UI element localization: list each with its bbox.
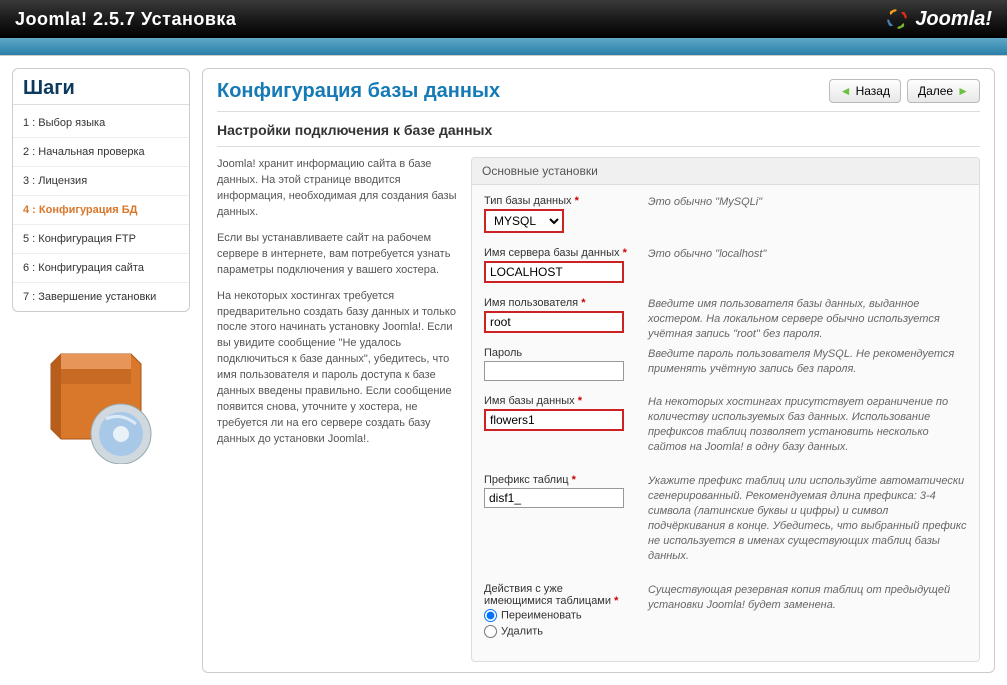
host-label: Имя сервера базы данных * [484,247,634,259]
pass-input[interactable] [484,361,624,381]
arrow-left-icon: ◄ [840,84,852,98]
dbtype-desc: Это обычно "MySQLi" [648,195,967,210]
step-6[interactable]: 6 : Конфигурация сайта [13,254,189,283]
pass-desc: Введите пароль пользователя MySQL. Не ре… [648,347,967,377]
sidebar-image [12,324,190,477]
action-delete-radio[interactable] [484,625,497,638]
action-delete-option[interactable]: Удалить [484,625,634,638]
joomla-logo: Joomla! [885,7,992,31]
action-rename-option[interactable]: Переименовать [484,609,634,622]
arrow-right-icon: ► [957,84,969,98]
steps-panel: Шаги 1 : Выбор языка 2 : Начальная прове… [12,68,190,312]
steps-title: Шаги [13,69,189,104]
step-4[interactable]: 4 : Конфигурация БД [13,196,189,225]
dbtype-label: Тип базы данных * [484,195,634,207]
step-1[interactable]: 1 : Выбор языка [13,109,189,138]
user-input[interactable] [484,311,624,333]
main-panel: Конфигурация базы данных ◄Назад Далее► Н… [202,68,995,673]
user-label: Имя пользователя * [484,297,634,309]
dbname-input[interactable] [484,409,624,431]
back-button[interactable]: ◄Назад [829,79,901,103]
prefix-desc: Укажите префикс таблиц или используйте а… [648,474,967,563]
intro-text: Joomla! хранит информацию сайта в базе д… [217,157,457,662]
joomla-icon [885,7,909,31]
prefix-label: Префикс таблиц * [484,474,634,486]
dbname-label: Имя базы данных * [484,395,634,407]
step-2[interactable]: 2 : Начальная проверка [13,138,189,167]
blue-bar [0,38,1007,56]
form-fieldset: Основные установки Тип базы данных * MYS… [471,157,980,662]
header-title: Joomla! 2.5.7 Установка [15,9,236,30]
section-subtitle: Настройки подключения к базе данных [217,122,980,138]
prefix-input[interactable] [484,488,624,508]
page-title: Конфигурация базы данных [217,80,500,103]
host-desc: Это обычно "localhost" [648,247,967,262]
app-header: Joomla! 2.5.7 Установка Joomla! [0,0,1007,38]
step-7[interactable]: 7 : Завершение установки [13,283,189,311]
action-label: Действия с уже имеющимися таблицами * [484,583,634,607]
action-desc: Существующая резервная копия таблиц от п… [648,583,967,613]
fieldset-title: Основные установки [472,158,979,185]
pass-label: Пароль [484,347,634,359]
user-desc: Введите имя пользователя базы данных, вы… [648,297,967,342]
step-3[interactable]: 3 : Лицензия [13,167,189,196]
dbname-desc: На некоторых хостингах присутствует огра… [648,395,967,454]
next-button[interactable]: Далее► [907,79,980,103]
step-5[interactable]: 5 : Конфигурация FTP [13,225,189,254]
host-input[interactable] [484,261,624,283]
dbtype-select[interactable]: MYSQL [484,209,564,233]
action-rename-radio[interactable] [484,609,497,622]
